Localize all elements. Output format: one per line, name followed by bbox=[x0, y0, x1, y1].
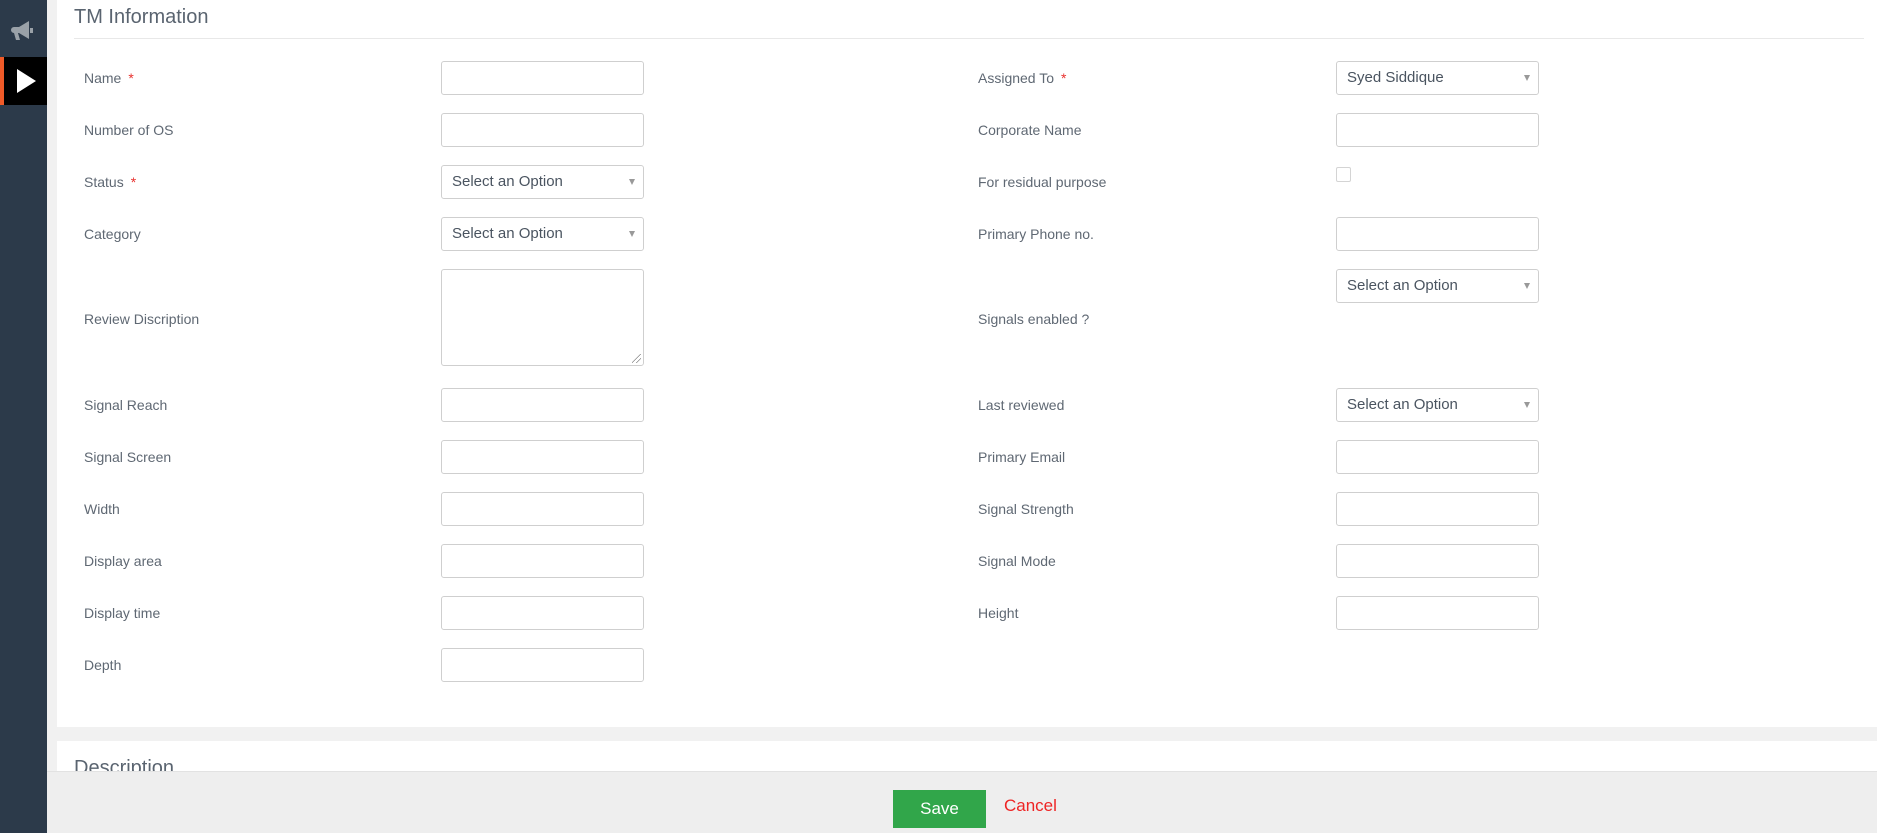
chevron-down-icon bbox=[1524, 283, 1530, 289]
status-select-value: Select an Option bbox=[452, 173, 563, 190]
sidebar-item-announcements[interactable] bbox=[0, 10, 47, 52]
save-button[interactable]: Save bbox=[893, 790, 986, 828]
tm-information-card: TM Information bbox=[57, 0, 1877, 727]
residual-purpose-label: For residual purpose bbox=[978, 174, 1107, 190]
signals-enabled-select[interactable]: Select an Option bbox=[1336, 269, 1539, 303]
section-title: TM Information bbox=[74, 6, 209, 28]
name-input[interactable] bbox=[441, 61, 644, 95]
cancel-link[interactable]: Cancel bbox=[1004, 796, 1057, 816]
sidebar-item-active[interactable] bbox=[0, 57, 47, 105]
signal-reach-label: Signal Reach bbox=[84, 397, 168, 413]
category-label: Category bbox=[84, 226, 141, 242]
display-time-label: Display time bbox=[84, 605, 161, 621]
last-reviewed-select-value: Select an Option bbox=[1347, 396, 1458, 413]
primary-phone-input[interactable] bbox=[1336, 217, 1539, 251]
required-asterisk: * bbox=[128, 70, 134, 86]
megaphone-icon bbox=[10, 21, 33, 40]
signal-screen-input[interactable] bbox=[441, 440, 644, 474]
chevron-down-icon bbox=[629, 231, 635, 237]
signal-strength-label: Signal Strength bbox=[978, 501, 1074, 517]
depth-input[interactable] bbox=[441, 648, 644, 682]
last-reviewed-select[interactable]: Select an Option bbox=[1336, 388, 1539, 422]
chevron-down-icon bbox=[1524, 75, 1530, 81]
signal-screen-label: Signal Screen bbox=[84, 449, 172, 465]
number-of-os-label: Number of OS bbox=[84, 122, 174, 138]
signal-mode-input[interactable] bbox=[1336, 544, 1539, 578]
assigned-to-label: Assigned To * bbox=[978, 70, 1067, 86]
chevron-down-icon bbox=[629, 179, 635, 185]
residual-purpose-checkbox[interactable] bbox=[1336, 167, 1351, 182]
display-area-input[interactable] bbox=[441, 544, 644, 578]
width-label: Width bbox=[84, 501, 120, 517]
assigned-to-select-value: Syed Siddique bbox=[1347, 69, 1444, 86]
resize-handle-icon[interactable] bbox=[632, 354, 641, 363]
chevron-down-icon bbox=[1524, 402, 1530, 408]
category-select-value: Select an Option bbox=[452, 225, 563, 242]
signal-reach-input[interactable] bbox=[441, 388, 644, 422]
primary-email-label: Primary Email bbox=[978, 449, 1066, 465]
review-description-label: Review Discription bbox=[84, 311, 200, 327]
signal-mode-label: Signal Mode bbox=[978, 553, 1056, 569]
primary-email-input[interactable] bbox=[1336, 440, 1539, 474]
form-footer: Save Cancel bbox=[47, 771, 1877, 833]
name-label: Name * bbox=[84, 70, 134, 86]
signals-enabled-label: Signals enabled ? bbox=[978, 311, 1090, 327]
play-icon bbox=[16, 69, 36, 93]
height-input[interactable] bbox=[1336, 596, 1539, 630]
display-area-label: Display area bbox=[84, 553, 162, 569]
status-label: Status * bbox=[84, 174, 137, 190]
signals-enabled-select-value: Select an Option bbox=[1347, 277, 1458, 294]
divider bbox=[74, 38, 1864, 39]
height-label: Height bbox=[978, 605, 1019, 621]
required-asterisk: * bbox=[130, 174, 137, 190]
corporate-name-input[interactable] bbox=[1336, 113, 1539, 147]
corporate-name-label: Corporate Name bbox=[978, 122, 1082, 138]
depth-label: Depth bbox=[84, 657, 122, 673]
signal-strength-input[interactable] bbox=[1336, 492, 1539, 526]
sidebar bbox=[0, 0, 47, 833]
required-asterisk: * bbox=[1061, 70, 1067, 86]
primary-phone-label: Primary Phone no. bbox=[978, 226, 1094, 242]
display-time-input[interactable] bbox=[441, 596, 644, 630]
last-reviewed-label: Last reviewed bbox=[978, 397, 1065, 413]
status-select[interactable]: Select an Option bbox=[441, 165, 644, 199]
assigned-to-select[interactable]: Syed Siddique bbox=[1336, 61, 1539, 95]
review-description-textarea[interactable] bbox=[441, 269, 644, 366]
number-of-os-input[interactable] bbox=[441, 113, 644, 147]
category-select[interactable]: Select an Option bbox=[441, 217, 644, 251]
width-input[interactable] bbox=[441, 492, 644, 526]
